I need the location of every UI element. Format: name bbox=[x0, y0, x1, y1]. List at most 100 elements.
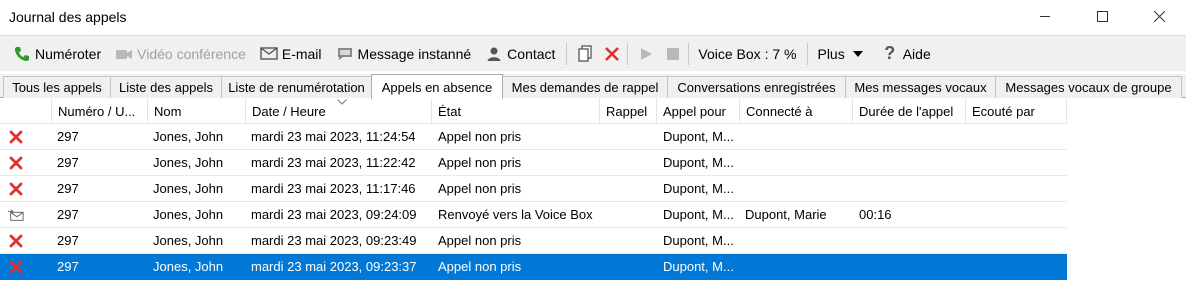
column-header-call-for[interactable]: Appel pour bbox=[657, 98, 740, 124]
call-log-table: Numéro / U... Nom Date / Heure État Rapp… bbox=[0, 98, 1186, 300]
cell-for: Dupont, M... bbox=[663, 181, 734, 196]
copy-icon bbox=[578, 44, 593, 62]
delete-button[interactable] bbox=[600, 40, 624, 68]
video-conference-button[interactable]: Vidéo conférence bbox=[112, 40, 249, 68]
tab-my-voicemails[interactable]: Mes messages vocaux bbox=[845, 76, 996, 98]
cell-for: Dupont, M... bbox=[663, 259, 734, 274]
column-header-connected-to[interactable]: Connecté à bbox=[740, 98, 853, 124]
video-camera-icon bbox=[115, 45, 133, 63]
cell-for: Dupont, M... bbox=[663, 233, 734, 248]
dial-button[interactable]: Numéroter bbox=[10, 40, 104, 68]
window-title: Journal des appels bbox=[9, 9, 127, 25]
column-header-icon[interactable] bbox=[0, 98, 52, 124]
table-row[interactable]: 297 Jones, John mardi 23 mai 2023, 11:22:4… bbox=[0, 150, 1067, 176]
tab-callback-requests[interactable]: Mes demandes de rappel bbox=[502, 76, 668, 98]
cell-number: 297 bbox=[57, 129, 79, 144]
cell-state: Appel non pris bbox=[438, 129, 522, 144]
tab-recorded-conversations[interactable]: Conversations enregistrées bbox=[667, 76, 846, 98]
table-header: Numéro / U... Nom Date / Heure État Rapp… bbox=[0, 98, 1067, 124]
cell-name: Jones, John bbox=[153, 181, 224, 196]
instant-message-label: Message instanné bbox=[357, 45, 472, 62]
stop-button[interactable] bbox=[661, 40, 685, 68]
help-button[interactable]: ? Aide bbox=[878, 40, 934, 68]
cell-number: 297 bbox=[57, 207, 79, 222]
missed-call-icon bbox=[8, 259, 24, 275]
cell-datetime: mardi 23 mai 2023, 11:22:42 bbox=[251, 155, 416, 170]
sort-descending-icon bbox=[337, 99, 347, 105]
tab-redial-list[interactable]: Liste de renumérotation bbox=[221, 76, 372, 98]
tab-strip: Tous les appels Liste des appels Liste d… bbox=[0, 74, 1186, 99]
column-header-callback[interactable]: Rappel bbox=[600, 98, 657, 124]
cell-name: Jones, John bbox=[153, 129, 224, 144]
tab-call-list[interactable]: Liste des appels bbox=[110, 76, 222, 98]
email-label: E-mail bbox=[281, 45, 322, 62]
voicebox-status[interactable]: Voice Box : 7 % bbox=[695, 40, 799, 68]
video-conference-label: Vidéo conférence bbox=[137, 45, 246, 62]
table-row[interactable]: 297 Jones, John mardi 23 mai 2023, 11:17:4… bbox=[0, 176, 1067, 202]
cell-name: Jones, John bbox=[153, 259, 224, 274]
question-mark-icon: ? bbox=[884, 43, 896, 63]
close-icon bbox=[1153, 10, 1165, 22]
maximize-button[interactable] bbox=[1079, 0, 1125, 32]
cell-state: Appel non pris bbox=[438, 181, 522, 196]
play-icon bbox=[641, 47, 653, 60]
stop-icon bbox=[667, 47, 680, 60]
table-row[interactable]: 297 Jones, John mardi 23 mai 2023, 09:23:3… bbox=[0, 254, 1067, 280]
copy-button[interactable] bbox=[573, 40, 597, 68]
column-header-duration[interactable]: Durée de l'appel bbox=[853, 98, 966, 124]
toolbar: Numéroter Vidéo conférence E-mail Messag… bbox=[0, 35, 1186, 71]
cell-datetime: mardi 23 mai 2023, 11:17:46 bbox=[251, 181, 416, 196]
cell-duration: 00:16 bbox=[859, 207, 892, 222]
title-bar: Journal des appels bbox=[0, 0, 1186, 34]
column-header-name[interactable]: Nom bbox=[148, 98, 246, 124]
cell-for: Dupont, M... bbox=[663, 129, 734, 144]
toolbar-separator bbox=[627, 42, 629, 65]
toolbar-separator bbox=[566, 42, 568, 65]
person-icon bbox=[485, 45, 503, 63]
minimize-icon bbox=[1039, 15, 1050, 17]
tab-all-calls[interactable]: Tous les appels bbox=[3, 76, 111, 98]
email-button[interactable]: E-mail bbox=[257, 40, 325, 68]
cell-datetime: mardi 23 mai 2023, 11:24:54 bbox=[251, 129, 416, 144]
cell-for: Dupont, M... bbox=[663, 155, 734, 170]
table-row[interactable]: 297 Jones, John mardi 23 mai 2023, 09:24:0… bbox=[0, 202, 1067, 228]
caret-down-icon bbox=[849, 45, 867, 63]
cell-datetime: mardi 23 mai 2023, 09:24:09 bbox=[251, 207, 417, 222]
table-row[interactable]: 297 Jones, John mardi 23 mai 2023, 09:23:4… bbox=[0, 228, 1067, 254]
cell-number: 297 bbox=[57, 181, 79, 196]
dial-label: Numéroter bbox=[35, 45, 102, 62]
voicebox-forward-icon bbox=[8, 207, 24, 223]
more-menu-button[interactable]: Plus bbox=[814, 40, 869, 68]
help-label: Aide bbox=[902, 45, 931, 62]
cell-state: Renvoyé vers la Voice Box bbox=[438, 207, 593, 222]
maximize-icon bbox=[1096, 10, 1108, 22]
missed-call-icon bbox=[8, 155, 24, 171]
column-header-state[interactable]: État bbox=[432, 98, 600, 124]
cell-datetime: mardi 23 mai 2023, 09:23:37 bbox=[251, 259, 417, 274]
minimize-button[interactable] bbox=[1022, 0, 1068, 32]
tab-group-voicemails[interactable]: Messages vocaux de groupe bbox=[995, 76, 1182, 98]
envelope-icon bbox=[260, 45, 278, 63]
cell-name: Jones, John bbox=[153, 233, 224, 248]
instant-message-button[interactable]: Message instanné bbox=[333, 40, 475, 68]
column-header-number[interactable]: Numéro / U... bbox=[52, 98, 148, 124]
close-button[interactable] bbox=[1136, 0, 1182, 32]
cell-name: Jones, John bbox=[153, 155, 224, 170]
toolbar-separator bbox=[688, 42, 690, 65]
cell-connected: Dupont, Marie bbox=[745, 207, 827, 222]
chat-bubble-icon bbox=[336, 45, 354, 63]
contact-label: Contact bbox=[507, 45, 556, 62]
play-button[interactable] bbox=[634, 40, 658, 68]
cell-number: 297 bbox=[57, 259, 79, 274]
cell-number: 297 bbox=[57, 155, 79, 170]
delete-icon bbox=[605, 46, 620, 61]
cell-number: 297 bbox=[57, 233, 79, 248]
cell-name: Jones, John bbox=[153, 207, 224, 222]
cell-for: Dupont, M... bbox=[663, 207, 734, 222]
table-row[interactable]: 297 Jones, John mardi 23 mai 2023, 11:24:5… bbox=[0, 124, 1067, 150]
missed-call-icon bbox=[8, 181, 24, 197]
contact-button[interactable]: Contact bbox=[482, 40, 558, 68]
tab-missed-calls[interactable]: Appels en absence bbox=[371, 74, 503, 99]
toolbar-separator bbox=[807, 42, 809, 65]
column-header-listened-by[interactable]: Ecouté par bbox=[966, 98, 1067, 124]
